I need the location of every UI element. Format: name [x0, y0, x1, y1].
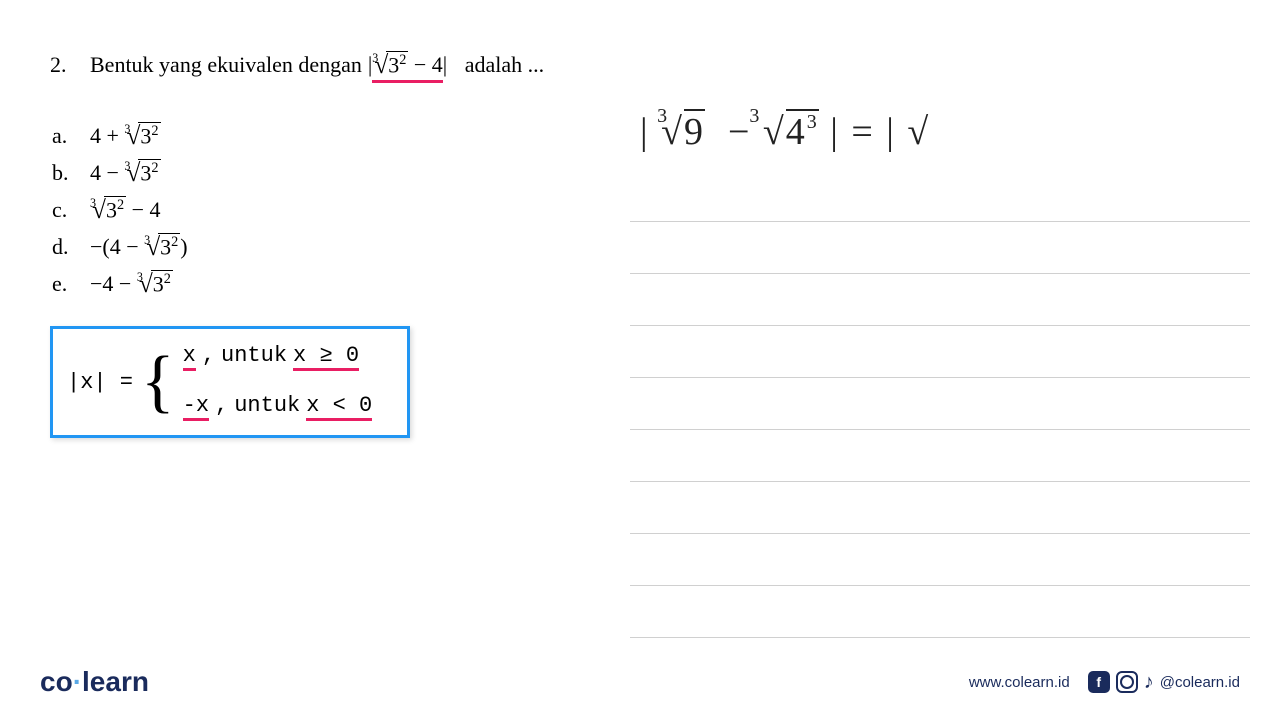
- notebook-lines: [630, 170, 1250, 638]
- social-icons: f ♪ @colearn.id: [1088, 671, 1240, 694]
- footer-url: www.colearn.id: [969, 674, 1070, 691]
- question-expression: | 3 √ 32 − 4 |: [368, 50, 447, 83]
- question: 2. Bentuk yang ekuivalen dengan | 3 √ 32…: [50, 50, 1240, 83]
- handwritten-work: | 3√9 − 3√43 | = | √: [640, 110, 930, 154]
- footer: co·learn www.colearn.id f ♪ @colearn.id: [0, 666, 1280, 698]
- logo: co·learn: [40, 666, 149, 698]
- facebook-icon[interactable]: f: [1088, 671, 1110, 693]
- tiktok-icon[interactable]: ♪: [1144, 671, 1154, 694]
- social-handle: @colearn.id: [1160, 674, 1240, 691]
- definition-lhs: |x| =: [67, 370, 133, 395]
- question-text: Bentuk yang ekuivalen dengan | 3 √ 32 − …: [90, 50, 544, 83]
- brace-icon: {: [141, 354, 175, 410]
- instagram-icon[interactable]: [1116, 671, 1138, 693]
- definition-case-1: x , untuk x ≥ 0: [183, 343, 373, 371]
- definition-case-2: -x , untuk x < 0: [183, 393, 373, 421]
- question-number: 2.: [50, 52, 90, 78]
- definition-box: |x| = { x , untuk x ≥ 0 -x , untuk x < 0: [50, 326, 410, 438]
